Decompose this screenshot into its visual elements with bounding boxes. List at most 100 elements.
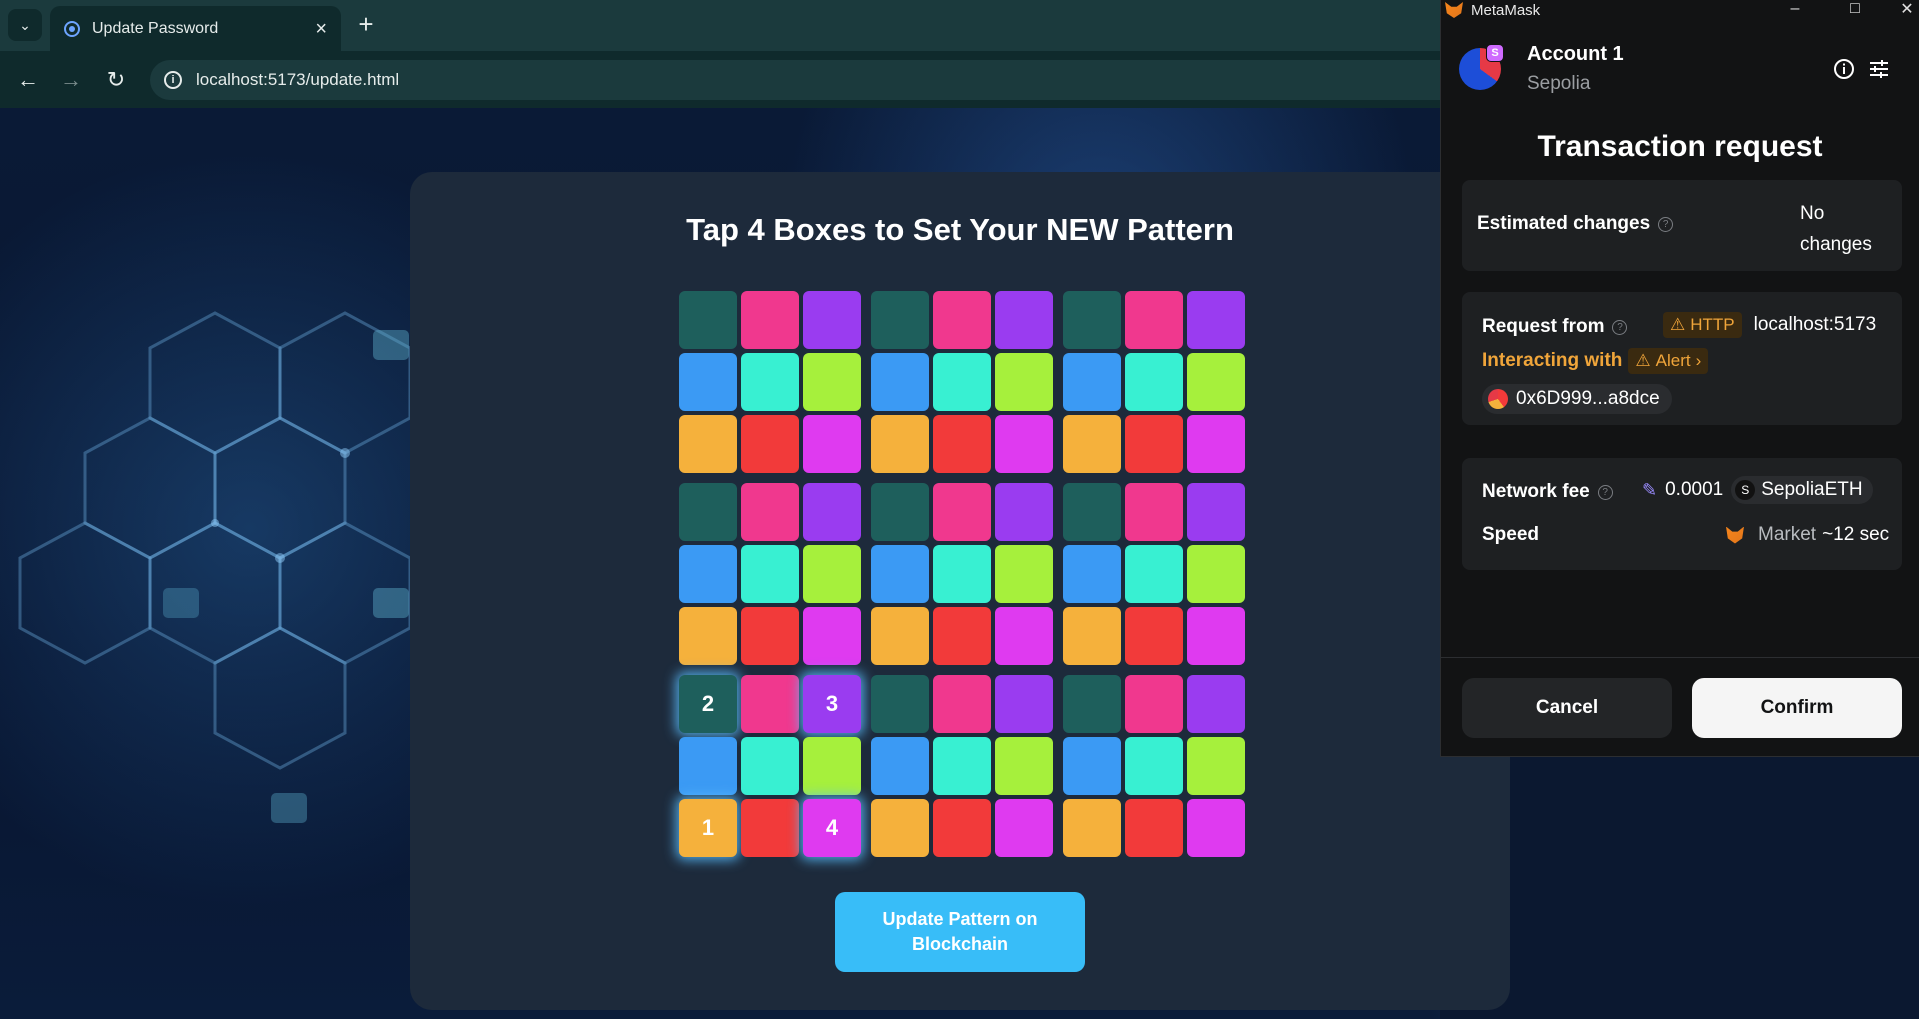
- close-window-icon[interactable]: ✕: [1887, 0, 1919, 20]
- pattern-box[interactable]: [995, 675, 1053, 733]
- pattern-box[interactable]: [1125, 799, 1183, 857]
- pattern-box[interactable]: [679, 483, 737, 541]
- pattern-box[interactable]: [871, 607, 929, 665]
- tab-search-button[interactable]: ⌄: [8, 9, 42, 41]
- pattern-box[interactable]: [1125, 483, 1183, 541]
- pattern-box[interactable]: [741, 799, 799, 857]
- site-info-icon[interactable]: i: [164, 71, 182, 89]
- pattern-box[interactable]: [1063, 799, 1121, 857]
- pattern-box[interactable]: [1187, 415, 1245, 473]
- pattern-box[interactable]: [1125, 675, 1183, 733]
- pattern-box[interactable]: [1063, 737, 1121, 795]
- edit-pencil-icon[interactable]: ✎: [1642, 480, 1657, 501]
- pattern-box[interactable]: [933, 415, 991, 473]
- confirm-button[interactable]: Confirm: [1692, 678, 1902, 738]
- close-icon[interactable]: ×: [315, 19, 327, 39]
- pattern-box[interactable]: [1063, 353, 1121, 411]
- pattern-box[interactable]: [803, 291, 861, 349]
- pattern-box[interactable]: [871, 483, 929, 541]
- pattern-box[interactable]: [803, 353, 861, 411]
- pattern-box[interactable]: [1125, 737, 1183, 795]
- pattern-box[interactable]: [1187, 675, 1245, 733]
- pattern-box[interactable]: [933, 545, 991, 603]
- help-icon[interactable]: ?: [1658, 217, 1674, 233]
- pattern-box[interactable]: [1063, 291, 1121, 349]
- pattern-box[interactable]: [933, 799, 991, 857]
- pattern-box[interactable]: [995, 291, 1053, 349]
- pattern-box[interactable]: [1125, 607, 1183, 665]
- help-icon[interactable]: ?: [1597, 485, 1613, 501]
- pattern-box[interactable]: [679, 737, 737, 795]
- pattern-box[interactable]: [741, 545, 799, 603]
- cancel-button[interactable]: Cancel: [1462, 678, 1672, 738]
- pattern-box[interactable]: [741, 675, 799, 733]
- pattern-box[interactable]: [871, 799, 929, 857]
- new-tab-button[interactable]: +: [352, 9, 380, 39]
- settings-sliders-icon[interactable]: [1866, 56, 1892, 82]
- pattern-box[interactable]: [933, 737, 991, 795]
- pattern-box[interactable]: [741, 737, 799, 795]
- forward-button[interactable]: →: [56, 65, 86, 95]
- pattern-box[interactable]: 3: [803, 675, 861, 733]
- pattern-box[interactable]: [1187, 607, 1245, 665]
- pattern-box[interactable]: [995, 799, 1053, 857]
- pattern-box[interactable]: [803, 607, 861, 665]
- pattern-box[interactable]: [803, 737, 861, 795]
- pattern-box[interactable]: [995, 483, 1053, 541]
- pattern-box[interactable]: [741, 415, 799, 473]
- maximize-icon[interactable]: □: [1835, 0, 1875, 20]
- pattern-box[interactable]: [871, 353, 929, 411]
- info-icon[interactable]: [1831, 56, 1857, 82]
- back-button[interactable]: ←: [13, 65, 43, 95]
- pattern-box[interactable]: [933, 353, 991, 411]
- browser-tab-active[interactable]: Update Password ×: [50, 6, 341, 51]
- pattern-box[interactable]: [1063, 545, 1121, 603]
- alert-badge[interactable]: ⚠ Alert ›: [1628, 348, 1709, 374]
- pattern-box[interactable]: [871, 545, 929, 603]
- pattern-box[interactable]: [933, 607, 991, 665]
- pattern-box[interactable]: [1187, 545, 1245, 603]
- pattern-box[interactable]: [933, 675, 991, 733]
- pattern-box[interactable]: [871, 737, 929, 795]
- pattern-box[interactable]: [679, 291, 737, 349]
- pattern-box[interactable]: [803, 483, 861, 541]
- pattern-box[interactable]: [679, 353, 737, 411]
- pattern-box[interactable]: [679, 545, 737, 603]
- pattern-box[interactable]: [1125, 353, 1183, 411]
- pattern-box[interactable]: [995, 415, 1053, 473]
- http-warning-badge[interactable]: ⚠ HTTP: [1663, 312, 1742, 338]
- pattern-box[interactable]: [933, 483, 991, 541]
- pattern-box[interactable]: [803, 415, 861, 473]
- pattern-box[interactable]: [1187, 799, 1245, 857]
- help-icon[interactable]: ?: [1612, 320, 1628, 336]
- pattern-box[interactable]: [871, 291, 929, 349]
- pattern-box[interactable]: 2: [679, 675, 737, 733]
- pattern-box[interactable]: [1187, 291, 1245, 349]
- pattern-box[interactable]: [1125, 291, 1183, 349]
- pattern-box[interactable]: [995, 737, 1053, 795]
- pattern-box[interactable]: [1063, 675, 1121, 733]
- pattern-box[interactable]: [803, 545, 861, 603]
- pattern-box[interactable]: [1187, 483, 1245, 541]
- pattern-box[interactable]: [1187, 353, 1245, 411]
- pattern-box[interactable]: [679, 607, 737, 665]
- pattern-box[interactable]: [871, 415, 929, 473]
- minimize-icon[interactable]: –: [1775, 0, 1815, 20]
- pattern-box[interactable]: [1125, 545, 1183, 603]
- pattern-box[interactable]: [1125, 415, 1183, 473]
- pattern-box[interactable]: [741, 483, 799, 541]
- pattern-box[interactable]: [1063, 607, 1121, 665]
- pattern-box[interactable]: [1187, 737, 1245, 795]
- pattern-box[interactable]: [741, 291, 799, 349]
- pattern-box[interactable]: [995, 545, 1053, 603]
- contract-address-pill[interactable]: 0x6D999...a8dce: [1482, 384, 1672, 414]
- pattern-box[interactable]: [741, 353, 799, 411]
- pattern-box[interactable]: 4: [803, 799, 861, 857]
- address-bar[interactable]: i localhost:5173/update.html: [150, 60, 1440, 100]
- pattern-box[interactable]: [995, 353, 1053, 411]
- pattern-box[interactable]: [995, 607, 1053, 665]
- pattern-box[interactable]: [933, 291, 991, 349]
- pattern-box[interactable]: [1063, 483, 1121, 541]
- pattern-box[interactable]: [679, 415, 737, 473]
- pattern-box[interactable]: [871, 675, 929, 733]
